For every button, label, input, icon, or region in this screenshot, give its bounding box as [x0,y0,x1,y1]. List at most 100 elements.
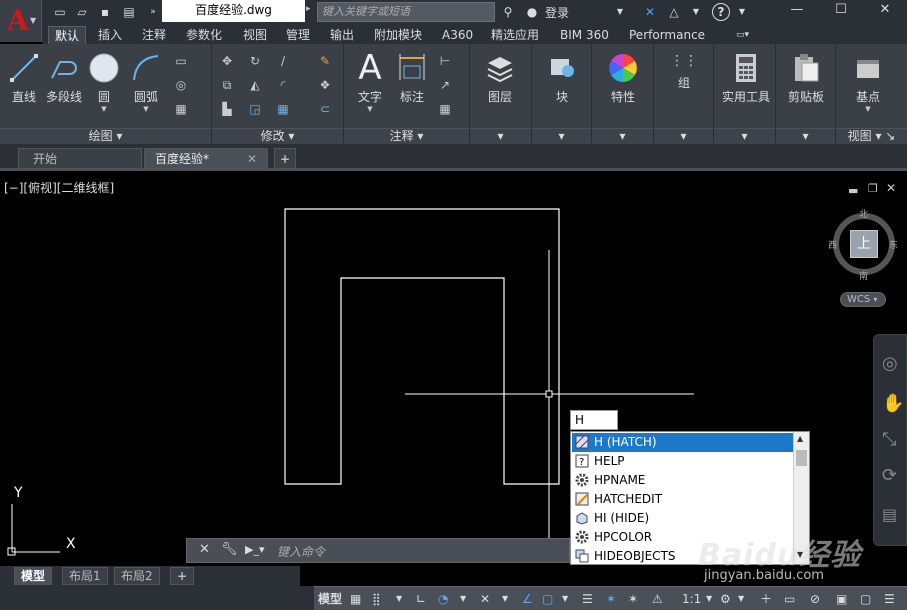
compass-east[interactable]: 东 [889,238,898,251]
viewport-controls-label[interactable]: [−][俯视][二维线框] [4,179,114,196]
chevron-down-icon[interactable]: ▼ [612,4,628,20]
workspace-gear-icon[interactable]: ⚙ [720,591,731,607]
chevron-down-icon[interactable]: ▼ [396,591,402,607]
orbit-icon[interactable]: ⟳ [882,465,897,486]
annotation-scale-icon[interactable]: ⚠ [652,591,663,607]
snap-icon[interactable]: ⣿ [372,591,381,607]
save-as-icon[interactable]: ▤ [121,4,137,20]
move-icon[interactable]: ✥ [218,52,236,70]
group-button[interactable]: ⋮⋮ 组 [662,46,706,91]
open-file-icon[interactable]: ▱ [74,4,90,20]
tab-featured-apps[interactable]: 精选应用 [485,26,545,44]
grid-icon[interactable]: ▦ [350,591,361,607]
chevron-down-icon[interactable]: ▼ [688,4,704,20]
showmotion-icon[interactable]: ▤ [882,505,897,524]
dimension-tool-button[interactable]: 标注 [390,46,434,105]
customize-icon[interactable]: ☰ [884,591,895,607]
tab-a360[interactable]: A360 [436,26,479,44]
lineweight-icon[interactable]: ☰ [582,591,593,607]
fillet-icon[interactable]: ◜ [274,76,292,94]
rectangle-icon[interactable]: ▭ [172,52,190,70]
annotation-scale-value[interactable]: 1:1 [682,591,701,607]
ribbon-toggle-icon[interactable]: ▭▾ [730,26,755,44]
annotation-panel-title[interactable]: 注释 ▾ [344,128,469,144]
annotation-visibility-icon[interactable]: ✶ [606,591,616,607]
suggestion-item[interactable]: HPNAME [572,471,793,490]
chevron-down-icon[interactable]: ▼ [460,591,466,607]
explode-icon[interactable]: ❖ [316,76,334,94]
close-command-line-icon[interactable]: ✕ [199,542,210,557]
offset-icon[interactable]: ⊂ [316,100,334,118]
close-tab-icon[interactable]: ✕ [247,149,257,169]
user-icon[interactable]: ● [524,4,540,20]
search-input[interactable]: 键入关键字或短语 [317,2,495,22]
tab-start[interactable]: 开始 [18,148,142,169]
copy-icon[interactable]: ⧉ [218,76,236,94]
maximize-button[interactable]: ☐ [820,0,862,22]
utilities-button[interactable]: 实用工具 [722,46,770,105]
auto-scale-icon[interactable]: ✶ [628,591,638,607]
hatch-icon[interactable]: ◎ [172,76,190,94]
more-tools-icon[interactable]: » [145,4,161,20]
gradient-icon[interactable]: ▦ [172,100,190,118]
viewcube-top-face[interactable]: 上 [850,230,878,258]
tab-model[interactable]: 模型 [14,567,53,585]
suggestion-item[interactable]: HI (HIDE) [572,509,793,528]
group-expand[interactable]: ▾ [654,128,713,144]
pan-hand-icon[interactable]: ✋ [882,393,904,414]
tab-document-active[interactable]: 百度经验* ✕ [144,148,268,169]
modify-panel-title[interactable]: 修改 ▾ [212,128,343,144]
tab-parametric[interactable]: 参数化 [180,26,228,44]
tab-view[interactable]: 视图 [237,26,273,44]
layers-expand[interactable]: ▾ [470,128,531,144]
new-file-icon[interactable]: ▭ [52,4,68,20]
polar-icon[interactable]: ◔ [438,591,448,607]
compass-north[interactable]: 北 [859,207,868,220]
tab-insert[interactable]: 插入 [92,26,128,44]
polyline-tool-button[interactable]: 多段线 [42,46,86,105]
isodraft-icon[interactable]: ✕ [480,591,490,607]
add-layout-button[interactable]: + [170,567,195,585]
rotate-icon[interactable]: ↻ [246,52,264,70]
chevron-down-icon[interactable]: ▼ [502,591,508,607]
dynamic-input-field[interactable]: H [570,410,618,430]
clipboard-button[interactable]: 剪贴板 [782,46,830,105]
suggestion-item[interactable]: ? HELP [572,452,793,471]
viewport-close-icon[interactable]: ✕ [886,181,896,195]
properties-button[interactable]: 特性 [601,46,645,105]
suggestion-item[interactable]: HATCHEDIT [572,490,793,509]
compass-west[interactable]: 西 [828,238,837,251]
array-icon[interactable]: ▦ [274,100,292,118]
model-space-button[interactable]: 模型 [318,591,342,607]
zoom-extents-icon[interactable]: ⤡ [882,429,896,450]
chevron-down-icon[interactable]: ▼ [738,591,744,607]
ortho-icon[interactable]: ∟ [416,591,426,607]
wcs-menu[interactable]: WCS ▾ [840,292,886,307]
tab-addins[interactable]: 附加模块 [368,26,428,44]
block-expand[interactable]: ▾ [532,128,591,144]
tab-layout1[interactable]: 布局1 [62,567,108,585]
login-button[interactable]: 登录 [545,4,569,21]
suggestion-item[interactable]: H (HATCH) [572,433,793,452]
tab-layout2[interactable]: 布局2 [114,567,160,585]
new-tab-button[interactable]: + [274,148,296,169]
arc-tool-button[interactable]: 圆弧 ▼ [124,46,168,113]
layers-button[interactable]: 图层 [478,46,522,105]
mirror-icon[interactable]: ◭ [246,76,264,94]
wrench-icon[interactable]: 🔧︎ [221,542,238,557]
command-prompt-icon[interactable]: ▶_▾ [245,543,264,556]
compass-south[interactable]: 南 [859,269,868,282]
properties-expand[interactable]: ▾ [592,128,653,144]
minimize-button[interactable]: — [776,0,818,22]
viewport-minimize-icon[interactable]: ▬ [848,184,858,197]
chevron-down-icon[interactable]: ▼ [734,4,750,20]
stretch-icon[interactable]: ▙ [218,100,236,118]
table-icon[interactable]: ▦ [436,100,454,118]
save-icon[interactable]: ▪ [97,4,113,20]
object-snap-tracking-icon[interactable]: ∠ [522,591,533,607]
viewcube[interactable]: 上 北 南 东 西 [828,210,898,282]
clipboard-expand[interactable]: ▾ [776,128,835,144]
tab-annotate[interactable]: 注释 [136,26,172,44]
application-menu-button[interactable]: A ▼ [0,0,42,42]
annotation-monitor-icon[interactable]: ＋ [760,591,772,607]
